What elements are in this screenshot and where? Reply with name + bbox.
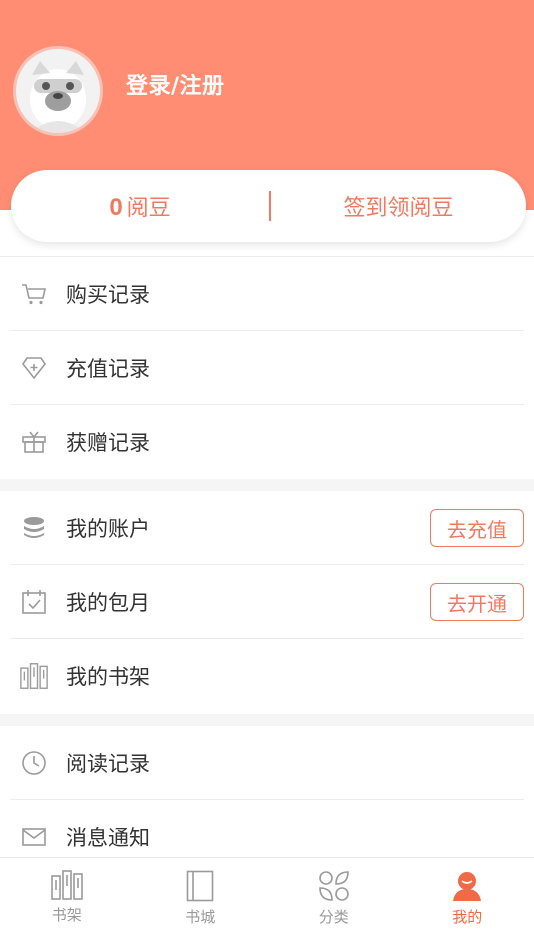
clock-icon xyxy=(20,749,48,777)
account-section: 我的账户 去充值 我的包月 去开通 我的书架 xyxy=(0,491,534,713)
tab-category[interactable]: 分类 xyxy=(267,858,401,937)
gift-icon xyxy=(20,428,48,456)
menu-item-label: 消息通知 xyxy=(66,826,150,850)
menu-item-label: 充值记录 xyxy=(66,356,150,381)
book-icon xyxy=(186,870,214,902)
section-gap xyxy=(0,714,534,726)
bean-count: 0 xyxy=(109,194,123,221)
calendar-check-icon xyxy=(20,588,48,616)
bean-unit: 阅豆 xyxy=(126,196,171,221)
menu-item-label: 我的账户 xyxy=(66,516,150,541)
category-icon xyxy=(318,871,349,901)
menu-item-label: 购买记录 xyxy=(66,282,150,307)
tab-label: 分类 xyxy=(318,908,349,926)
signin-button[interactable]: 签到领阅豆 xyxy=(271,190,526,222)
menu-item-label: 阅读记录 xyxy=(66,751,150,776)
bookshelf-icon xyxy=(20,662,48,690)
bean-balance[interactable]: 0 阅豆 xyxy=(11,190,269,222)
tab-label: 书城 xyxy=(185,908,216,926)
diamond-icon xyxy=(20,354,48,382)
login-register-link[interactable]: 登录/注册 xyxy=(126,68,225,100)
menu-item-recharge-records[interactable]: 充值记录 xyxy=(10,331,524,405)
records-section: 购买记录 充值记录 获赠记录 xyxy=(0,256,534,479)
menu-item-label: 我的包月 xyxy=(66,590,150,615)
menu-item-monthly-plan[interactable]: 我的包月 去开通 xyxy=(10,565,524,639)
menu-item-reading-history[interactable]: 阅读记录 xyxy=(10,726,524,800)
recharge-button[interactable]: 去充值 xyxy=(430,509,524,547)
cart-icon xyxy=(20,280,48,308)
other-section: 阅读记录 消息通知 xyxy=(0,726,534,874)
bottom-tab-bar: 书架 书城 分类 我的 xyxy=(0,857,534,937)
bean-card: 0 阅豆 签到领阅豆 xyxy=(11,170,526,242)
tab-bookshelf[interactable]: 书架 xyxy=(0,858,134,937)
tab-label: 我的 xyxy=(452,908,483,926)
menu-item-label: 我的书架 xyxy=(66,665,150,689)
menu-item-gift-records[interactable]: 获赠记录 xyxy=(10,405,524,479)
tab-bookstore[interactable]: 书城 xyxy=(134,858,268,937)
mail-icon xyxy=(20,823,48,851)
dog-avatar-icon xyxy=(30,61,86,133)
bookshelf-icon xyxy=(50,870,83,900)
section-gap xyxy=(0,479,534,491)
menu-item-my-bookshelf[interactable]: 我的书架 xyxy=(10,639,524,713)
tab-label: 书架 xyxy=(51,906,82,924)
tab-mine[interactable]: 我的 xyxy=(401,858,534,937)
activate-button[interactable]: 去开通 xyxy=(430,583,524,621)
menu-item-my-account[interactable]: 我的账户 去充值 xyxy=(10,491,524,565)
avatar[interactable] xyxy=(13,46,103,136)
menu-item-purchase-records[interactable]: 购买记录 xyxy=(10,257,524,331)
user-icon xyxy=(453,872,482,901)
coins-icon xyxy=(20,514,48,542)
menu-item-label: 获赠记录 xyxy=(66,431,150,455)
